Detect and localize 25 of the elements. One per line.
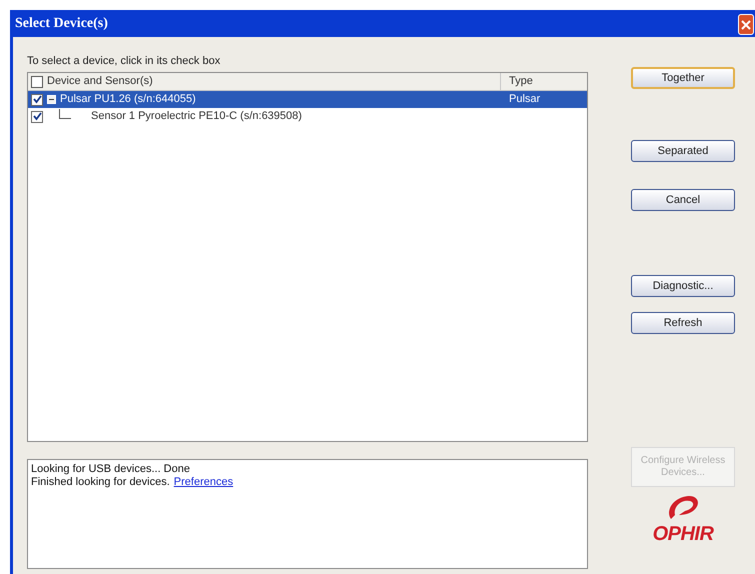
column-title: Device and Sensor(s) (47, 74, 153, 90)
tree-label: Sensor 1 Pyroelectric PE10-C (s/n:639508) (91, 109, 302, 124)
collapse-icon[interactable] (47, 95, 56, 104)
type-label: Pulsar (509, 93, 540, 106)
tree-row[interactable]: Pulsar PU1.26 (s/n:644055) Pulsar (28, 91, 587, 108)
close-icon (741, 20, 751, 30)
tree-label: Pulsar PU1.26 (s/n:644055) (60, 92, 196, 108)
brand-logo: OPHIR (652, 523, 714, 545)
log-line: Finished looking for devices. (31, 476, 170, 489)
dialog-button[interactable]: Separated (631, 140, 735, 162)
column-header[interactable]: Device and Sensor(s) (28, 73, 501, 90)
dialog-button[interactable]: Cancel (631, 189, 735, 211)
dialog-button[interactable]: Diagnostic... (631, 275, 735, 297)
checkbox[interactable] (31, 76, 43, 88)
checkbox[interactable] (31, 110, 43, 122)
tree-connector (59, 109, 71, 119)
dialog-button[interactable]: Refresh (631, 312, 735, 334)
preferences-link[interactable]: Preferences (174, 476, 234, 489)
dialog-button[interactable]: Together (631, 67, 735, 89)
checkbox[interactable] (31, 94, 43, 106)
column-header[interactable]: Type (501, 73, 587, 90)
window-title: Select Device(s) (14, 15, 108, 33)
close-button[interactable] (738, 14, 754, 35)
log-line: Looking for USB devices... Done (31, 463, 190, 476)
instruction-text: To select a device, click in its check box (27, 54, 222, 68)
